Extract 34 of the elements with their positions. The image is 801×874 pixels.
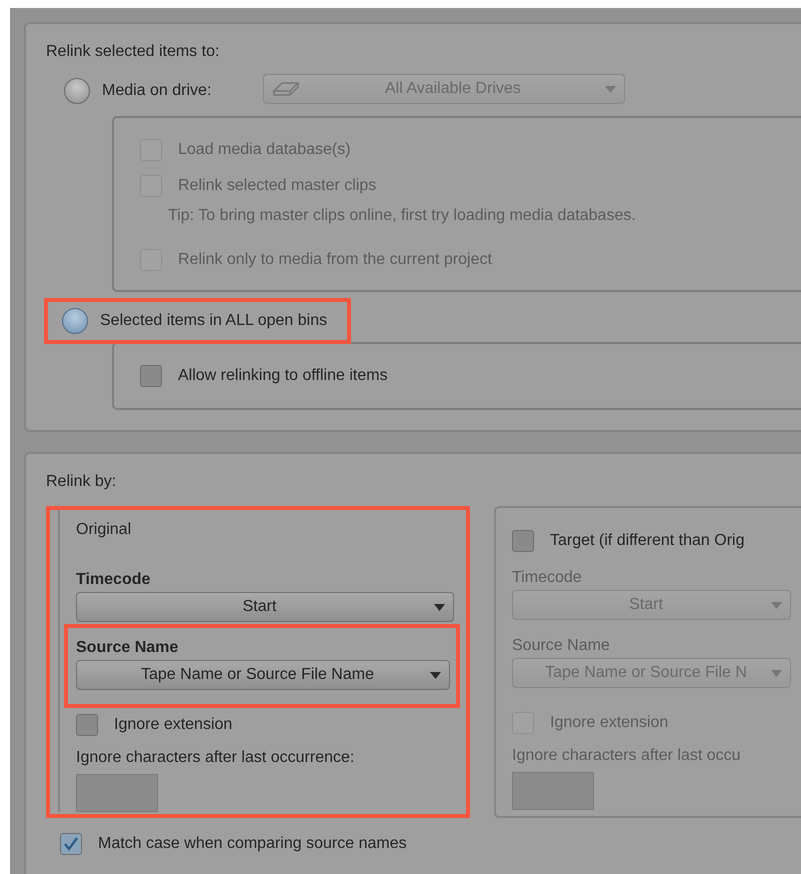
checkbox-label: Match case when comparing source names bbox=[98, 834, 407, 854]
tip-text: Tip: To bring master clips online, first try loading media databases. bbox=[168, 206, 637, 226]
input-field[interactable] bbox=[76, 774, 158, 812]
drive-icon bbox=[272, 81, 300, 97]
radio-label: Selected items in ALL open bins bbox=[100, 311, 328, 331]
field-label: Source Name bbox=[76, 638, 180, 658]
caret-icon bbox=[430, 672, 441, 678]
caret-icon bbox=[771, 602, 782, 608]
field-label: Timecode bbox=[512, 568, 583, 588]
section-title: Relink selected items to: bbox=[46, 42, 220, 62]
radio-button[interactable] bbox=[62, 308, 88, 334]
section-title: Relink by: bbox=[46, 472, 118, 492]
checkbox-label: Ignore extension bbox=[550, 713, 668, 733]
checkbox-label: Allow relinking to offline items bbox=[178, 366, 388, 386]
checkbox-label: Load media database(s) bbox=[178, 140, 351, 160]
group-title: Original bbox=[76, 520, 132, 540]
caret-icon bbox=[605, 86, 616, 92]
dropdown[interactable]: Start bbox=[76, 592, 454, 622]
field-label: Source Name bbox=[512, 636, 611, 656]
checkbox[interactable] bbox=[76, 714, 98, 736]
caret-icon bbox=[771, 670, 782, 676]
checkbox-label: Ignore extension bbox=[114, 715, 232, 735]
radio-label: Media on drive: bbox=[102, 81, 212, 101]
dropdown[interactable]: Tape Name or Source File Name bbox=[76, 660, 450, 690]
checkbox-label: Relink only to media from the current project bbox=[178, 250, 492, 270]
radio-button[interactable] bbox=[64, 78, 90, 104]
field-label: Ignore characters after last occurrence: bbox=[76, 748, 356, 768]
checkbox[interactable] bbox=[60, 833, 82, 855]
field-label: Ignore characters after last occu bbox=[512, 746, 742, 766]
checkbox[interactable] bbox=[140, 365, 162, 387]
checkbox-label: Relink selected master clips bbox=[178, 176, 376, 196]
field-label: Timecode bbox=[76, 570, 152, 590]
checkbox-label: Target (if different than Orig bbox=[550, 531, 744, 551]
caret-icon bbox=[434, 604, 445, 610]
